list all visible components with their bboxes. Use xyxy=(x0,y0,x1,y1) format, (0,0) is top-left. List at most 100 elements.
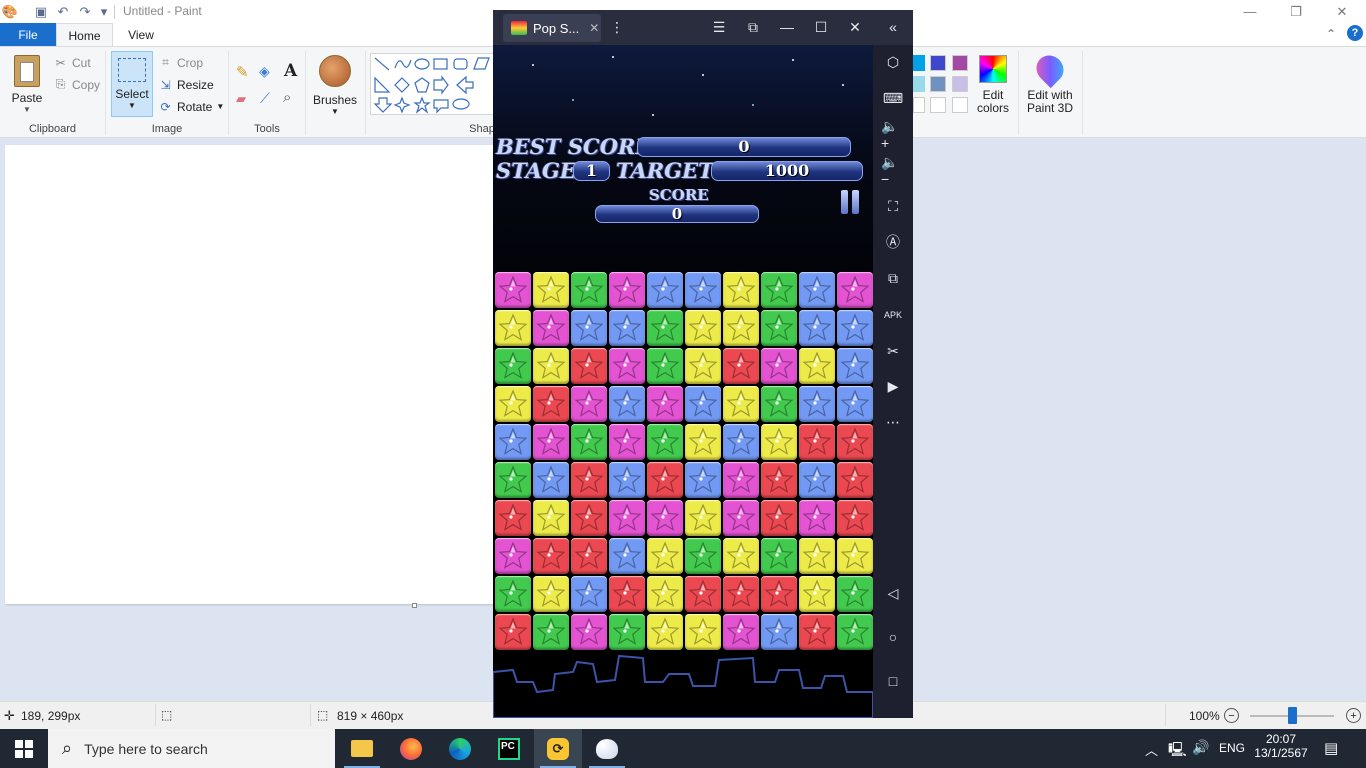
star-tile-pink[interactable] xyxy=(609,424,645,460)
star-tile-pink[interactable] xyxy=(723,462,759,498)
star-tile-red[interactable] xyxy=(837,500,873,536)
star-tile-blue[interactable] xyxy=(837,310,873,346)
color-picker-icon[interactable]: ⟋ xyxy=(260,90,270,107)
star-tile-red[interactable] xyxy=(571,462,607,498)
undo-icon[interactable]: ↶ xyxy=(55,4,71,20)
help-icon[interactable]: ? xyxy=(1347,25,1363,41)
star-tile-pink[interactable] xyxy=(571,614,607,650)
star-tile-blue[interactable] xyxy=(761,614,797,650)
input-language[interactable]: ENG xyxy=(1219,741,1245,755)
star-tile-yellow[interactable] xyxy=(533,348,569,384)
star-tile-pink[interactable] xyxy=(495,272,531,308)
volume-down-icon[interactable]: 🔈− xyxy=(881,154,905,187)
fill-icon[interactable]: ◈ xyxy=(259,63,270,80)
star-tile-yellow[interactable] xyxy=(685,310,721,346)
star-tile-pink[interactable] xyxy=(761,348,797,384)
paint-taskbar-button[interactable] xyxy=(583,729,631,768)
apk-icon[interactable]: APK xyxy=(881,303,905,327)
edge-button[interactable] xyxy=(436,729,484,768)
emulator-app-tab[interactable]: Pop S... ✕ xyxy=(503,14,601,42)
star-tile-green[interactable] xyxy=(837,614,873,650)
star-tile-blue[interactable] xyxy=(799,310,835,346)
star-tile-pink[interactable] xyxy=(609,272,645,308)
multi-instance-icon[interactable]: ⧉ xyxy=(881,266,905,290)
star-tile-green[interactable] xyxy=(495,348,531,384)
restore-button[interactable]: ❐ xyxy=(1273,0,1319,23)
star-tile-red[interactable] xyxy=(571,348,607,384)
redo-icon[interactable]: ↷ xyxy=(77,4,93,20)
star-tile-green[interactable] xyxy=(495,462,531,498)
star-tile-yellow[interactable] xyxy=(495,310,531,346)
tab-view[interactable]: View xyxy=(118,23,164,46)
star-tile-pink[interactable] xyxy=(799,500,835,536)
hamburger-menu-icon[interactable]: ☰ xyxy=(707,15,731,39)
color-swatch[interactable] xyxy=(930,76,946,92)
star-tile-red[interactable] xyxy=(799,614,835,650)
shapes-gallery[interactable] xyxy=(370,53,494,115)
star-tile-green[interactable] xyxy=(761,538,797,574)
star-tile-blue[interactable] xyxy=(799,386,835,422)
star-tile-yellow[interactable] xyxy=(647,576,683,612)
star-tile-blue[interactable] xyxy=(799,272,835,308)
star-tile-green[interactable] xyxy=(495,576,531,612)
star-tile-yellow[interactable] xyxy=(685,424,721,460)
eraser-icon[interactable]: ▰ xyxy=(236,91,246,107)
star-tile-blue[interactable] xyxy=(609,386,645,422)
star-tile-green[interactable] xyxy=(571,424,607,460)
close-button[interactable]: ✕ xyxy=(1319,0,1365,23)
close-tab-icon[interactable]: ✕ xyxy=(589,21,599,35)
taskbar-search[interactable]: ⌕ Type here to search xyxy=(48,729,335,768)
star-tile-red[interactable] xyxy=(837,424,873,460)
network-icon[interactable]: 🖳 xyxy=(1168,739,1187,763)
pycharm-button[interactable]: PC xyxy=(485,729,533,768)
star-tile-green[interactable] xyxy=(609,614,645,650)
magnifier-icon[interactable]: ⌕ xyxy=(283,89,291,106)
star-tile-green[interactable] xyxy=(647,310,683,346)
minimize-button[interactable]: — xyxy=(1227,0,1273,23)
star-tile-blue[interactable] xyxy=(685,272,721,308)
firefox-button[interactable] xyxy=(387,729,435,768)
star-tile-pink[interactable] xyxy=(495,538,531,574)
brushes-button[interactable]: Brushes ▼ xyxy=(312,53,358,119)
tab-file[interactable]: File xyxy=(0,23,56,46)
fullscreen-window-icon[interactable]: ⧉ xyxy=(741,15,765,39)
star-tile-green[interactable] xyxy=(761,310,797,346)
star-tile-red[interactable] xyxy=(761,576,797,612)
star-tile-red[interactable] xyxy=(495,500,531,536)
star-tile-pink[interactable] xyxy=(609,348,645,384)
notifications-icon[interactable]: ▤ xyxy=(1324,739,1338,757)
collapse-ribbon-icon[interactable]: ⌃ xyxy=(1326,27,1336,41)
zoom-slider-thumb[interactable] xyxy=(1288,707,1297,724)
star-tile-blue[interactable] xyxy=(609,310,645,346)
star-tile-red[interactable] xyxy=(533,538,569,574)
star-tile-yellow[interactable] xyxy=(799,538,835,574)
star-tile-yellow[interactable] xyxy=(723,538,759,574)
copy-button[interactable]: ⎘ Copy xyxy=(53,77,100,92)
scissors-icon[interactable]: ✂ xyxy=(881,339,905,363)
star-tile-blue[interactable] xyxy=(571,576,607,612)
recent-icon[interactable]: □ xyxy=(881,669,905,693)
edit-colors-button[interactable]: Edit colors xyxy=(974,53,1012,119)
clock[interactable]: 20:07 13/1/2567 xyxy=(1252,732,1310,760)
star-tile-yellow[interactable] xyxy=(647,538,683,574)
star-tile-pink[interactable] xyxy=(723,614,759,650)
star-tile-blue[interactable] xyxy=(685,386,721,422)
star-tile-red[interactable] xyxy=(685,576,721,612)
star-tile-green[interactable] xyxy=(761,386,797,422)
star-tile-blue[interactable] xyxy=(647,272,683,308)
star-tile-blue[interactable] xyxy=(837,386,873,422)
screenshot-icon[interactable]: ⛶ xyxy=(881,194,905,218)
tab-menu-icon[interactable]: ⋮ xyxy=(605,15,629,39)
star-tile-blue[interactable] xyxy=(685,462,721,498)
star-tile-green[interactable] xyxy=(647,424,683,460)
star-tile-yellow[interactable] xyxy=(533,576,569,612)
star-tile-pink[interactable] xyxy=(571,386,607,422)
color-swatch[interactable] xyxy=(913,76,925,92)
star-tile-blue[interactable] xyxy=(533,462,569,498)
star-tile-pink[interactable] xyxy=(647,386,683,422)
star-tile-yellow[interactable] xyxy=(799,576,835,612)
star-tile-red[interactable] xyxy=(799,424,835,460)
save-icon[interactable]: ▣ xyxy=(33,4,49,20)
star-tile-green[interactable] xyxy=(533,614,569,650)
file-explorer-button[interactable] xyxy=(338,729,386,768)
